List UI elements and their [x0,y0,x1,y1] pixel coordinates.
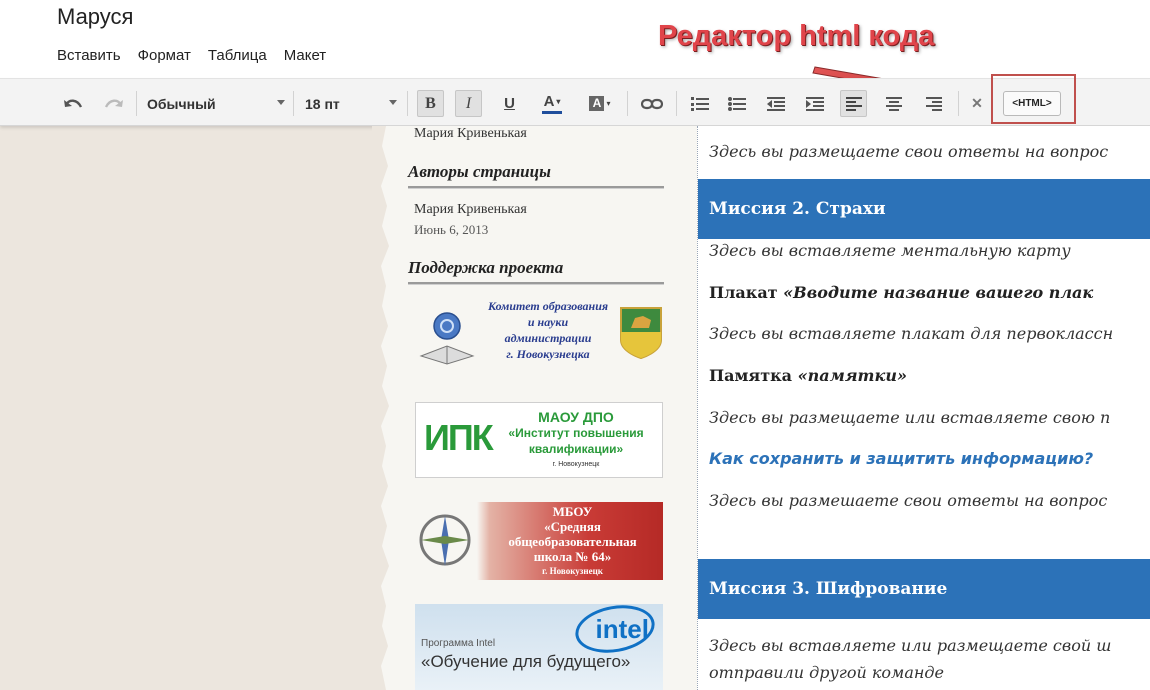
intel-logo[interactable]: intel Программа Intel «Обучение для буду… [415,599,663,690]
align-right-icon[interactable] [920,90,947,117]
paragraph[interactable]: отправили другой команде [709,663,944,682]
mission-2-heading-bar: Миссия 2. Страхи [698,179,1150,239]
decrease-indent-icon[interactable] [762,90,789,117]
sidebar: Мария Кривенькая Авторы страницы Мария К… [372,126,697,690]
coat-of-arms-icon [620,307,662,360]
numbered-list-icon[interactable] [686,90,713,117]
paragraph[interactable]: Здесь вы вставляете плакат для первоклас… [709,324,1113,343]
paragraph[interactable]: Здесь вы вставляете ментальную карту [709,241,1071,260]
support-heading: Поддержка проекта [408,258,564,277]
school-line: «Средняя [544,519,601,534]
page-content: Здесь вы размещаете свои ответы на вопро… [697,126,1150,690]
ipk-line: г. Новокузнецк [552,461,600,468]
clear-formatting-icon[interactable]: ✕ [966,90,988,117]
ipk-line: МАОУ ДПО [538,409,614,425]
paragraph-style-value: Обычный [147,95,216,112]
memo-prefix: Памятка [709,366,798,385]
html-button-highlight [991,74,1076,124]
school-line: школа № 64» [533,549,612,564]
school-logo[interactable]: МБОУ «Средняя общеобразовательная школа … [415,502,663,580]
link-icon[interactable] [638,90,665,117]
paragraph-style-select[interactable]: Обычный [147,90,285,117]
text-color-label: A [543,93,555,110]
committee-logo[interactable]: Комитет образования и науки администраци… [415,298,663,376]
book-globe-icon [419,312,475,365]
ipk-line: квалификации» [528,442,624,456]
html-editor-annotation: Редактор html кода [658,20,935,52]
formatting-toolbar: Обычный 18 пт B I U A ▾ A ▾ ✕ [0,78,1150,126]
divider [408,186,664,189]
font-size-select[interactable]: 18 пт [305,90,397,117]
school-line: общеобразовательная [508,534,637,549]
committee-line: администрации [504,331,592,345]
sidebar-author-name-top: Мария Кривенькая [414,126,527,141]
ipk-abbreviation: ИПК [424,417,494,458]
author-name[interactable]: Мария Кривенькая [414,202,527,218]
poster-heading[interactable]: Плакат «Вводите название вашего плак [709,283,1093,302]
chevron-down-icon [389,100,397,105]
mission-2-heading[interactable]: Миссия 2. Страхи [709,199,886,219]
divider [408,282,664,285]
paragraph[interactable]: Здесь вы вставляете или размещаете свой … [709,636,1111,655]
poster-prefix: Плакат [709,283,784,302]
highlight-color-button[interactable]: A ▾ [585,90,615,117]
document-title[interactable]: Маруся [57,4,133,30]
author-date: Июнь 6, 2013 [414,222,489,237]
school-line: г. Новокузнецк [542,566,603,576]
mission-3-heading-bar: Миссия 3. Шифрование [698,559,1150,619]
italic-button[interactable]: I [455,90,482,117]
chevron-down-icon [277,100,285,105]
bold-button[interactable]: B [417,90,444,117]
align-left-icon[interactable] [840,90,867,117]
torn-edge-decoration [372,126,389,690]
poster-title: «Вводите название вашего плак [783,283,1094,302]
ipk-line: «Институт повышения [508,426,644,440]
committee-line: Комитет образования [487,299,609,313]
memo-heading[interactable]: Памятка «памятки» [709,366,907,385]
mission-3-heading[interactable]: Миссия 3. Шифрование [709,579,947,599]
paragraph[interactable]: Здесь вы размещаете свои ответы на вопро… [709,142,1108,161]
compass-emblem-icon [419,514,471,566]
highlight-icon: A [589,96,605,111]
text-color-button[interactable]: A ▾ [535,90,569,117]
menu-layout[interactable]: Макет [284,47,326,64]
protect-info-link[interactable]: Как сохранить и защитить информацию? [709,449,1093,468]
authors-heading: Авторы страницы [408,162,551,181]
menu-bar: Вставить Формат Таблица Макет [57,47,326,64]
memo-title: «памятки» [797,366,907,385]
menu-insert[interactable]: Вставить [57,47,121,64]
undo-icon[interactable] [59,90,86,117]
increase-indent-icon[interactable] [801,90,828,117]
menu-format[interactable]: Формат [138,47,191,64]
paragraph[interactable]: Здесь вы размещаете или вставляете свою … [709,408,1110,427]
align-center-icon[interactable] [880,90,907,117]
committee-line: и науки [527,315,569,329]
intel-program-label: Программа Intel [421,638,496,649]
paragraph[interactable]: Здесь вы размешаете свои ответы на вопро… [709,491,1107,510]
redo-icon[interactable] [100,90,127,117]
intel-program-title: «Обучение для будущего» [421,652,631,671]
bulleted-list-icon[interactable] [723,90,750,117]
school-line: МБОУ [552,504,593,519]
intel-brand: intel [595,614,649,644]
ipk-logo[interactable]: ИПК МАОУ ДПО «Институт повышения квалифи… [415,402,663,478]
committee-line: г. Новокузнецка [506,347,590,361]
underline-button[interactable]: U [496,90,523,117]
menu-table[interactable]: Таблица [208,47,267,64]
font-size-value: 18 пт [305,95,340,112]
